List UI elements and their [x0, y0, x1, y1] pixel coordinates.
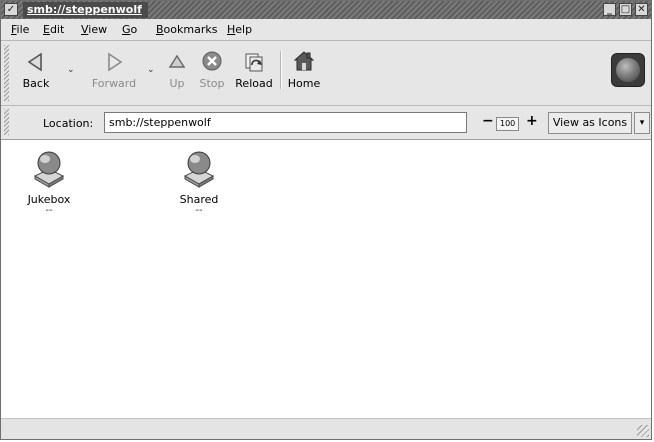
back-label: Back: [22, 77, 50, 90]
forward-history-dropdown[interactable]: ⌄: [147, 65, 155, 75]
location-bar: Location: − 100 + View as Icons ▾: [1, 106, 651, 140]
up-arrow-icon: [168, 54, 186, 68]
toolbar-separator: [280, 51, 282, 89]
location-label: Location:: [43, 117, 94, 130]
home-label: Home: [287, 77, 321, 90]
file-info: --: [195, 205, 203, 216]
minimize-button[interactable]: _: [603, 3, 616, 16]
back-arrow-icon: [27, 52, 42, 72]
view-as-button[interactable]: View as Icons: [548, 112, 632, 134]
location-input[interactable]: [104, 112, 467, 133]
status-bar: [1, 418, 651, 439]
title-bar[interactable]: ✓ smb://steppenwolf _ □ ✕: [1, 1, 651, 19]
reload-label: Reload: [235, 77, 273, 90]
activity-throbber-icon: [611, 53, 645, 87]
home-button[interactable]: Home: [285, 49, 323, 90]
menu-go[interactable]: Go: [122, 23, 137, 36]
menu-bookmarks[interactable]: Bookmarks: [156, 23, 217, 36]
forward-button[interactable]: Forward: [91, 49, 137, 90]
reload-button[interactable]: Reload: [233, 49, 275, 90]
up-button[interactable]: Up: [165, 49, 189, 90]
maximize-button[interactable]: □: [619, 3, 632, 16]
location-grip[interactable]: [4, 109, 9, 135]
resize-grip[interactable]: [637, 425, 649, 437]
menu-edit[interactable]: Edit: [43, 23, 64, 36]
file-item-shared[interactable]: Shared --: [164, 148, 234, 216]
zoom-out-button[interactable]: −: [482, 114, 494, 128]
menu-bar: File Edit View Go Bookmarks Help: [1, 19, 651, 41]
file-manager-window: ✓ smb://steppenwolf _ □ ✕ File Edit View…: [0, 0, 652, 440]
toolbar: Back ⌄ Forward ⌄ Up Stop Reload Home: [1, 41, 651, 106]
zoom-level[interactable]: 100: [496, 117, 520, 131]
up-label: Up: [169, 77, 185, 90]
toolbar-grip[interactable]: [4, 45, 9, 101]
file-info: --: [45, 205, 53, 216]
close-button[interactable]: ✕: [635, 3, 648, 16]
menu-file[interactable]: File: [11, 23, 29, 36]
stop-label: Stop: [199, 77, 225, 90]
back-history-dropdown[interactable]: ⌄: [67, 65, 75, 75]
zoom-in-button[interactable]: +: [526, 114, 538, 128]
window-menu-button[interactable]: ✓: [4, 3, 18, 16]
forward-label: Forward: [91, 77, 137, 90]
file-view[interactable]: Jukebox -- Shared --: [1, 140, 651, 419]
forward-arrow-icon: [108, 52, 123, 72]
window-title: smb://steppenwolf: [23, 2, 148, 18]
menu-view[interactable]: View: [81, 23, 107, 36]
network-share-icon: [33, 151, 65, 188]
back-button[interactable]: Back: [19, 49, 53, 90]
view-as-dropdown[interactable]: ▾: [634, 112, 650, 134]
network-share-icon: [183, 151, 215, 188]
stop-button[interactable]: Stop: [197, 49, 227, 90]
stop-icon: [202, 51, 222, 71]
home-icon: [293, 51, 315, 71]
menu-help[interactable]: Help: [227, 23, 252, 36]
reload-icon: [245, 53, 263, 72]
file-item-jukebox[interactable]: Jukebox --: [14, 148, 84, 216]
